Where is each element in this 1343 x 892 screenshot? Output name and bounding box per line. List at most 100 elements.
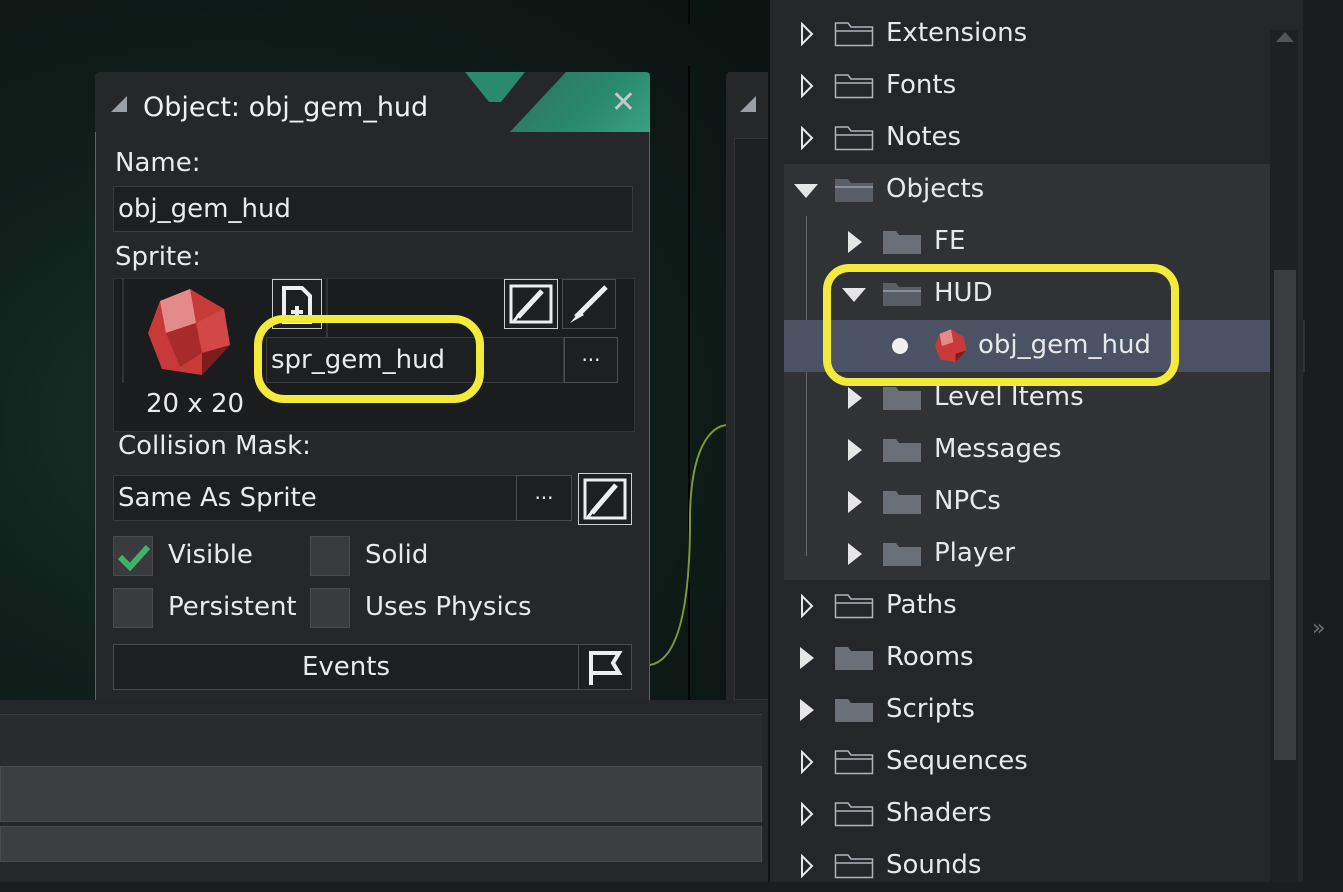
tree-item-label: Extensions xyxy=(886,18,1028,48)
hud-highlight xyxy=(823,264,1179,386)
persistent-checkbox[interactable] xyxy=(113,588,153,628)
object-editor-body: Name: obj_gem_hud Sprite: 20 x 20 spr_ge… xyxy=(95,132,650,700)
visible-checkbox[interactable] xyxy=(113,536,153,576)
edit-sprite-button[interactable] xyxy=(504,279,558,329)
tree-item-notes[interactable]: Notes xyxy=(784,112,1270,164)
tree-item-label: Notes xyxy=(886,122,962,152)
tree-item-scripts[interactable]: Scripts xyxy=(784,684,1270,736)
events-flag-button[interactable] xyxy=(578,644,632,690)
second-window-edge xyxy=(726,72,768,700)
folder-icon xyxy=(834,126,874,151)
scrollbar-thumb[interactable] xyxy=(1274,270,1296,760)
chevron-right-icon[interactable] xyxy=(848,439,862,461)
chevron-right-icon[interactable] xyxy=(848,231,862,253)
folder-icon xyxy=(835,647,873,670)
tree-item-label: Scripts xyxy=(886,694,975,724)
folder-icon xyxy=(835,699,873,722)
chevron-right-icon[interactable] xyxy=(800,73,814,102)
folder-icon xyxy=(883,439,921,462)
paint-brush-icon xyxy=(570,285,608,323)
folder-icon xyxy=(834,750,874,775)
tree-item-player[interactable]: Player xyxy=(784,528,1270,580)
chevron-right-icon[interactable] xyxy=(800,749,814,778)
object-editor-titlebar[interactable]: Object: obj_gem_hud ✕ xyxy=(95,72,650,132)
paint-sprite-button[interactable] xyxy=(562,279,616,329)
chevron-right-icon[interactable] xyxy=(800,853,814,882)
chevron-right-icon[interactable] xyxy=(800,647,814,669)
folder-icon xyxy=(883,543,921,566)
edit-sprite-icon xyxy=(583,478,627,520)
scroll-up-icon[interactable] xyxy=(1276,32,1294,42)
folder-icon xyxy=(834,594,874,619)
events-button[interactable]: Events xyxy=(113,644,579,690)
chevron-right-icon[interactable] xyxy=(800,21,814,50)
sprite-divider xyxy=(122,279,124,383)
close-icon[interactable]: ✕ xyxy=(611,88,636,118)
collapsed-side-panel xyxy=(1303,0,1343,882)
tree-item-label: Messages xyxy=(934,434,1062,464)
tree-item-messages[interactable]: Messages xyxy=(784,424,1270,476)
gem-icon xyxy=(148,289,230,375)
folder-icon xyxy=(883,491,921,514)
window-grip-icon xyxy=(740,96,756,112)
tree-item-paths[interactable]: Paths xyxy=(784,580,1270,632)
tree-item-sounds[interactable]: Sounds xyxy=(784,840,1270,892)
collision-mask-field[interactable]: Same As Sprite xyxy=(113,475,517,521)
connection-line xyxy=(649,424,729,666)
tree-item-rooms[interactable]: Rooms xyxy=(784,632,1270,684)
tree-item-label: Sounds xyxy=(886,850,982,880)
uses-physics-checkbox[interactable] xyxy=(310,588,350,628)
collision-mask-label: Collision Mask: xyxy=(118,431,311,461)
sprite-label: Sprite: xyxy=(115,242,201,272)
edit-mask-button[interactable] xyxy=(578,473,632,525)
tree-item-label: Level Items xyxy=(934,382,1084,412)
expand-panel-icon[interactable]: » xyxy=(1312,616,1325,641)
output-bar[interactable] xyxy=(0,766,762,822)
tree-item-label: Sequences xyxy=(886,746,1028,776)
tree-item-label: Objects xyxy=(886,174,985,204)
chevron-right-icon[interactable] xyxy=(848,387,862,409)
persistent-label: Persistent xyxy=(168,592,297,622)
edit-sprite-icon xyxy=(509,284,553,324)
tree-item-label: Fonts xyxy=(886,70,957,100)
room-workspace[interactable]: Object: obj_gem_hud ✕ Name: obj_gem_hud … xyxy=(0,0,768,700)
tree-item-shaders[interactable]: Shaders xyxy=(784,788,1270,840)
tree-item-npcs[interactable]: NPCs xyxy=(784,476,1270,528)
chevron-right-icon[interactable] xyxy=(848,543,862,565)
output-panel xyxy=(0,700,768,882)
chevron-right-icon[interactable] xyxy=(848,491,862,513)
tree-item-label: FE xyxy=(934,226,966,256)
object-name-field[interactable]: obj_gem_hud xyxy=(113,186,633,232)
chevron-down-icon[interactable] xyxy=(794,184,818,198)
tree-item-fe[interactable]: FE xyxy=(784,216,1270,268)
flag-icon xyxy=(589,651,623,685)
solid-label: Solid xyxy=(365,540,429,570)
window-grip-icon[interactable] xyxy=(111,96,127,112)
workspace-divider xyxy=(688,0,690,24)
tree-item-fonts[interactable]: Fonts xyxy=(784,60,1270,112)
tree-item-objects[interactable]: Objects xyxy=(784,164,1270,216)
solid-checkbox[interactable] xyxy=(310,536,350,576)
tree-item-label: Player xyxy=(934,538,1015,568)
collision-browse-button[interactable]: ··· xyxy=(516,475,572,521)
chevron-right-icon[interactable] xyxy=(800,699,814,721)
chevron-right-icon[interactable] xyxy=(800,801,814,830)
object-editor-title: Object: obj_gem_hud xyxy=(143,92,429,123)
titlebar-notch xyxy=(465,72,525,102)
visible-label: Visible xyxy=(168,540,253,570)
chevron-right-icon[interactable] xyxy=(800,125,814,154)
folder-icon xyxy=(883,387,921,410)
folder-icon xyxy=(883,231,921,254)
sprite-browse-button[interactable]: ··· xyxy=(564,337,618,383)
chevron-right-icon[interactable] xyxy=(800,593,814,622)
output-bar[interactable] xyxy=(0,826,762,862)
uses-physics-label: Uses Physics xyxy=(365,592,532,622)
second-window-body xyxy=(734,138,768,700)
asset-browser: Extensions Fonts Notes Objects FE HUD obj_gem_… xyxy=(768,0,1305,882)
tree-item-label: NPCs xyxy=(934,486,1001,516)
folder-icon xyxy=(834,802,874,827)
sprite-highlight xyxy=(254,315,484,403)
tree-item-sequences[interactable]: Sequences xyxy=(784,736,1270,788)
folder-icon xyxy=(834,74,874,99)
tree-item-extensions[interactable]: Extensions xyxy=(784,8,1270,60)
